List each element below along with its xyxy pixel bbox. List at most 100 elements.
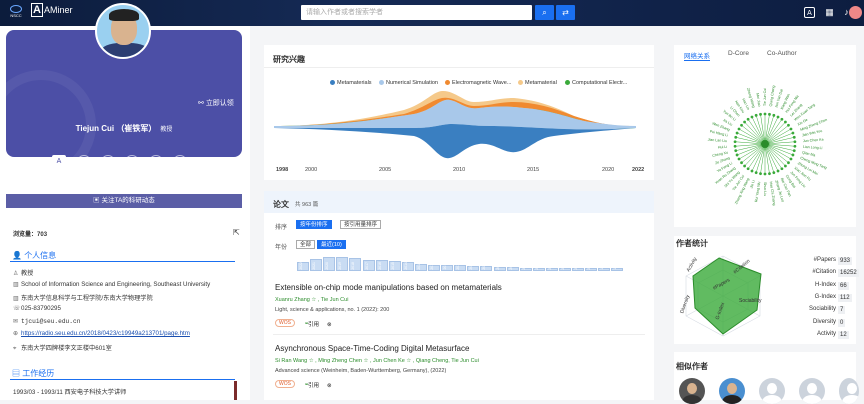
scrollbar-thumb[interactable] [234,381,237,400]
year-bar-2006[interactable]: 2006 [506,262,519,271]
share-icon[interactable]: ⇱ [233,228,240,237]
translate-icon[interactable]: A [804,7,815,18]
network-node[interactable] [776,169,780,173]
year-bar-2012[interactable]: 2012 [428,262,441,271]
network-node[interactable] [784,120,787,124]
network-node[interactable] [735,153,739,157]
network-node[interactable] [754,113,758,117]
year-bar-1999[interactable]: 1999 [598,262,611,271]
search-button[interactable]: ⌕ [535,5,554,20]
network-node[interactable] [750,115,754,119]
similar-author-avatar[interactable] [679,378,705,404]
homepage-link[interactable]: https://radio.seu.edu.cn/2018/0423/c1994… [21,330,190,337]
facebook-icon[interactable]: f [101,155,115,169]
network-node-label[interactable]: Jun Chen Ke [803,138,824,144]
search-input[interactable]: 请输入作者或者搜索学者 [301,5,532,20]
network-node[interactable] [793,140,797,144]
nscc-logo[interactable]: NSCC [6,5,26,20]
year-bar-2013[interactable]: 2013 [414,262,427,271]
network-node[interactable] [787,123,790,127]
network-node[interactable] [737,157,741,161]
network-node[interactable] [776,115,780,119]
network-node[interactable] [763,172,767,176]
year-bar-2005[interactable]: 2005 [519,262,532,271]
year-bar-2021[interactable]: 2021 [310,259,323,271]
network-node-label[interactable]: Hao Chi Zhang [769,181,777,205]
tab-coauthor[interactable]: Co-Author [767,50,797,57]
year-bar-2011[interactable]: 2011 [441,262,454,271]
sort-by-year-button[interactable]: 按年份排序 [296,220,332,229]
network-node[interactable] [734,149,738,153]
follow-button[interactable]: ▣ 关注TA的科研动态 [6,194,242,208]
network-node-label[interactable]: Mei Jiao [755,93,761,107]
year-bar-2007[interactable]: 2007 [493,262,506,271]
network-node[interactable] [772,113,776,117]
network-node[interactable] [759,172,762,176]
share-icon[interactable]: ⊗ [327,322,332,328]
year-bar-2001[interactable]: 2001 [572,262,585,271]
year-all-button[interactable]: 全部 [296,240,316,249]
year-bar-2018[interactable]: 2018 [349,258,362,271]
network-node[interactable] [784,164,787,168]
cite-button[interactable]: ❝引用 ⊗ [305,320,332,328]
year-bar-2000[interactable]: 2000 [585,262,598,271]
network-node[interactable] [746,167,750,171]
legend-metamaterial[interactable]: Metamaterial [518,80,557,86]
share-icon[interactable]: ⊗ [327,383,332,389]
similar-author-avatar[interactable] [759,378,785,404]
network-node[interactable] [746,117,750,121]
network-node-label[interactable]: Jian Lan Liu [708,138,728,143]
year-bar-2017[interactable]: 2017 [362,259,375,271]
year-bar-2008[interactable]: 2008 [480,262,493,271]
network-node[interactable] [754,171,758,175]
info-row-homepage[interactable]: ⊕ https://radio.seu.edu.cn/2018/0423/c199… [13,330,190,337]
network-node[interactable] [772,171,776,175]
network-node[interactable] [780,167,784,171]
cite-button[interactable]: ❝引用 ⊗ [305,381,332,389]
network-node[interactable] [763,112,767,116]
network-node[interactable] [768,112,771,116]
paper-authors[interactable]: Xuanru Zhang ☆ , Tie Jun Cui [275,297,348,303]
network-node[interactable] [789,127,793,131]
network-node[interactable] [740,123,743,127]
network-node[interactable] [733,144,737,148]
year-bar-2019[interactable]: 2019 [336,256,349,271]
paper-title[interactable]: Extensible on-chip mode manipulations ba… [275,283,502,292]
network-node[interactable] [768,172,771,176]
year-bar-2020[interactable]: 2020 [323,257,336,271]
year-bar-2004[interactable]: 2004 [532,262,545,271]
network-node-label[interactable]: Lian Long Li [803,145,823,150]
legend-em-wave[interactable]: Electromagnetic Wave... [445,80,511,86]
claim-link[interactable]: ⚯ 立即认领 [198,98,234,108]
similar-author-avatar[interactable] [799,378,825,404]
network-node[interactable] [734,135,738,139]
legend-computational[interactable]: Computational Electr... [565,80,627,86]
year-bar-2014[interactable]: 2014 [401,262,414,271]
network-node[interactable] [743,164,746,168]
network-node[interactable] [791,153,795,157]
network-node[interactable] [780,117,784,121]
network-node[interactable] [792,149,796,153]
youtube-icon[interactable]: ▸ [149,155,163,169]
year-bar-2002[interactable]: 2002 [559,262,572,271]
network-node[interactable] [793,144,797,148]
home-icon[interactable]: ⌂ [77,155,91,169]
network-node[interactable] [735,131,739,135]
swap-search-button[interactable]: ⇄ [556,5,575,20]
network-node[interactable] [791,131,795,135]
user-avatar-icon[interactable] [849,6,862,19]
network-node-label[interactable]: Tie Jun Cui [763,88,767,106]
paper-title[interactable]: Asynchronous Space-Time-Coding Digital M… [275,344,469,353]
network-node[interactable] [740,161,743,165]
network-node[interactable] [792,135,796,139]
year-bar-2009[interactable]: 2009 [467,262,480,271]
network-node-label[interactable]: Hui Li [718,145,728,150]
network-node[interactable] [733,140,737,144]
network-node[interactable] [737,127,741,131]
paper-authors[interactable]: Si Ran Wang ☆ , Ming Zheng Chen ☆ , Jun … [275,358,479,364]
coauthor-network-graph[interactable]: Tie Jun Cui Qiang ChengJun Yan DaiXiang W… [674,60,856,226]
year-bar-2003[interactable]: 2003 [545,262,558,271]
network-node[interactable] [759,112,762,116]
year-bar-2015[interactable]: 2015 [388,261,401,271]
twitter-icon[interactable]: t [125,155,139,169]
